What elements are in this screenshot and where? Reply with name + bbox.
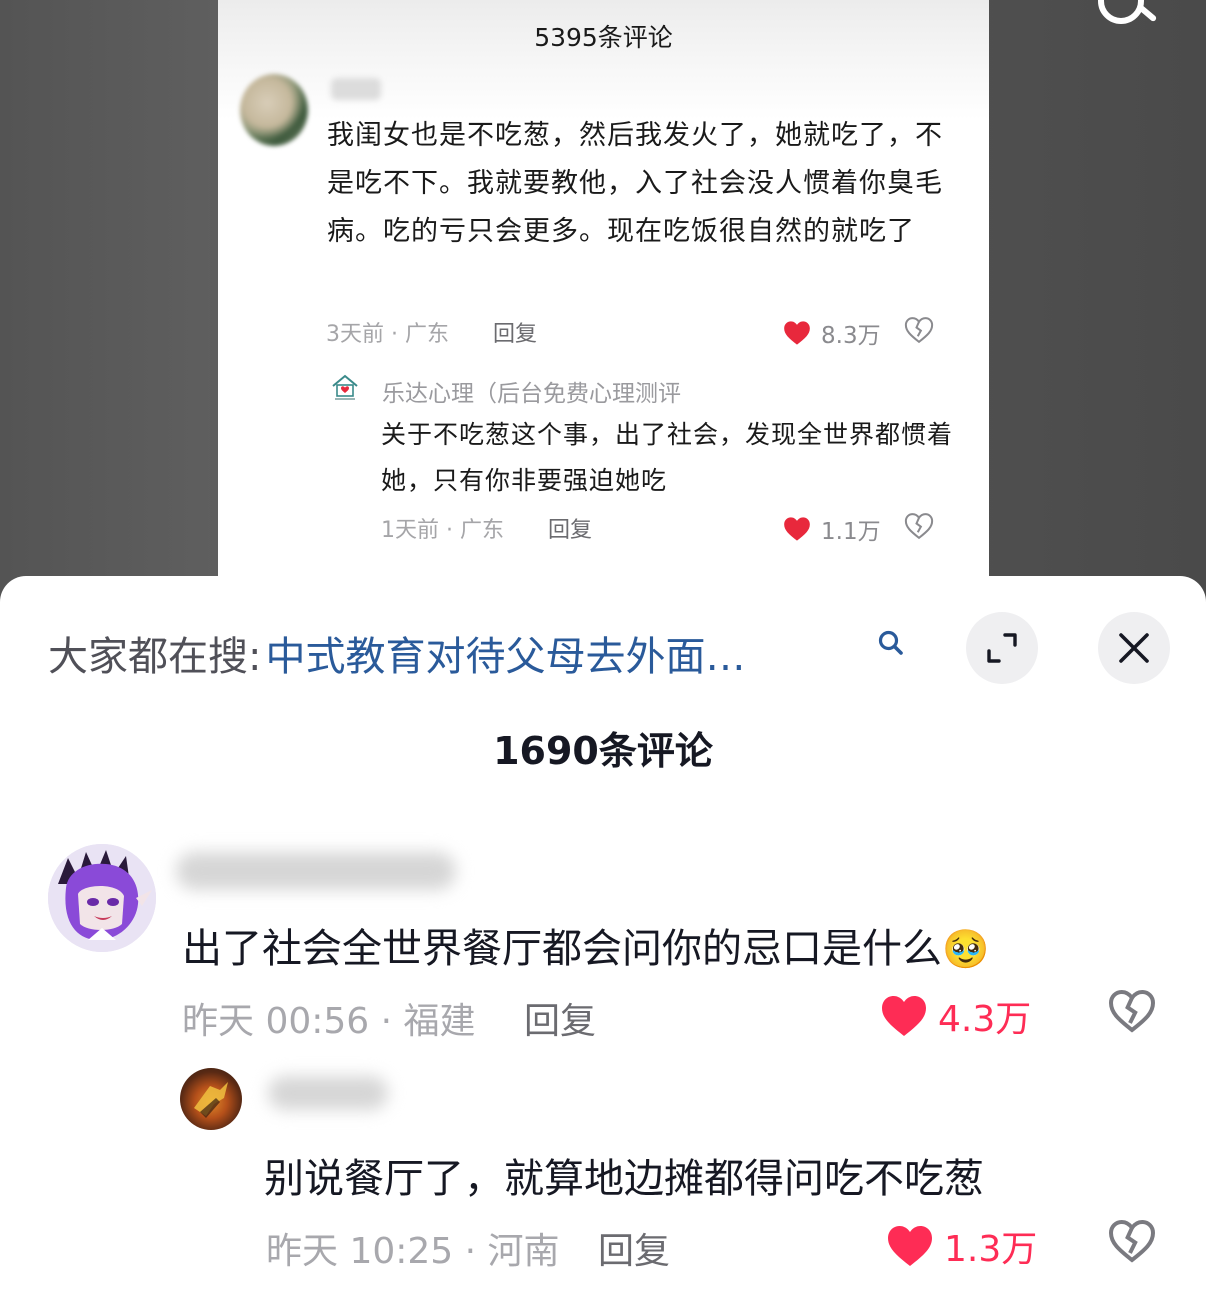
inner-like-group: 8.3万 [783, 316, 881, 350]
like-button[interactable]: 4.3万 [880, 990, 1031, 1042]
avatar[interactable] [180, 1068, 242, 1130]
teary-emoji: 🥹 [942, 927, 990, 971]
reply-comment-text: 别说餐厅了，就算地边摊都得问吃不吃葱 [264, 1156, 984, 1202]
close-icon [1119, 633, 1149, 663]
comment-count-title: 1690条评论 [493, 729, 713, 773]
embedded-screenshot: 5395条评论 我闺女也是不吃葱，然后我发火了，她就吃了，不是吃不下。我就要教他… [218, 0, 989, 600]
like-count: 1.3万 [944, 1229, 1038, 1270]
broken-heart-icon[interactable] [1108, 988, 1156, 1034]
heart-icon [882, 996, 926, 1036]
inner-comment-meta: 3天前 · 广东 [326, 322, 449, 347]
heart-icon [784, 517, 810, 541]
trending-search-prefix: 大家都在搜: [48, 634, 262, 680]
reply-button[interactable]: 回复 [524, 992, 596, 1044]
reply-avatar-image [194, 1082, 228, 1118]
inner-reply-reply-button: 回复 [548, 518, 593, 543]
expand-button[interactable] [966, 612, 1038, 684]
anime-avatar-image [48, 844, 156, 952]
inner-comment-count: 5395条评论 [534, 23, 673, 52]
reply-comment-meta: 昨天 10:25 · 河南 [266, 1231, 560, 1272]
inner-reply-author: 乐达心理（后台免费心理测评 [382, 381, 681, 407]
reply-button[interactable]: 回复 [598, 1222, 670, 1274]
inner-reply-button: 回复 [493, 322, 538, 347]
heart-icon [888, 1226, 932, 1266]
comment-body: 出了社会全世界餐厅都会问你的忌口是什么 [182, 926, 942, 972]
blurred-avatar [240, 74, 308, 146]
trending-search-bar[interactable]: 大家都在搜: 中式教育对待父母去外面… [48, 624, 745, 682]
ledaxinli-logo [332, 374, 358, 400]
inner-comment-text: 我闺女也是不吃葱，然后我发火了，她就吃了，不是吃不下。我就要教他，入了社会没人惯… [327, 120, 943, 247]
expand-icon [987, 633, 1017, 663]
inner-reply-like-count: 1.1万 [821, 519, 881, 545]
blurred-username [268, 1076, 388, 1110]
inner-reply-text: 关于不吃葱这个事，出了社会，发现全世界都惯着她，只有你非要强迫她吃 [381, 420, 954, 495]
like-button[interactable]: 1.3万 [886, 1220, 1037, 1272]
broken-heart-icon [904, 513, 934, 540]
inner-reply-like-group: 1.1万 [783, 512, 881, 546]
like-count: 4.3万 [938, 999, 1032, 1040]
blurred-username [176, 852, 456, 890]
comments-sheet: 大家都在搜: 中式教育对待父母去外面… 1690条评论 出了社会全世界餐厅都会问… [0, 576, 1206, 1290]
search-icon[interactable] [876, 628, 906, 658]
inner-reply-meta: 1天前 · 广东 [381, 518, 504, 543]
close-button[interactable] [1098, 612, 1170, 684]
broken-heart-icon [904, 317, 934, 344]
blurred-username [331, 78, 381, 100]
avatar[interactable] [48, 844, 156, 952]
broken-heart-icon[interactable] [1108, 1218, 1156, 1264]
trending-search-query[interactable]: 中式教育对待父母去外面… [265, 624, 745, 682]
comment-meta: 昨天 00:56 · 福建 [182, 1001, 476, 1042]
heart-icon [784, 321, 810, 345]
comment-text: 出了社会全世界餐厅都会问你的忌口是什么🥹 [182, 916, 989, 974]
inner-like-count: 8.3万 [821, 323, 881, 349]
